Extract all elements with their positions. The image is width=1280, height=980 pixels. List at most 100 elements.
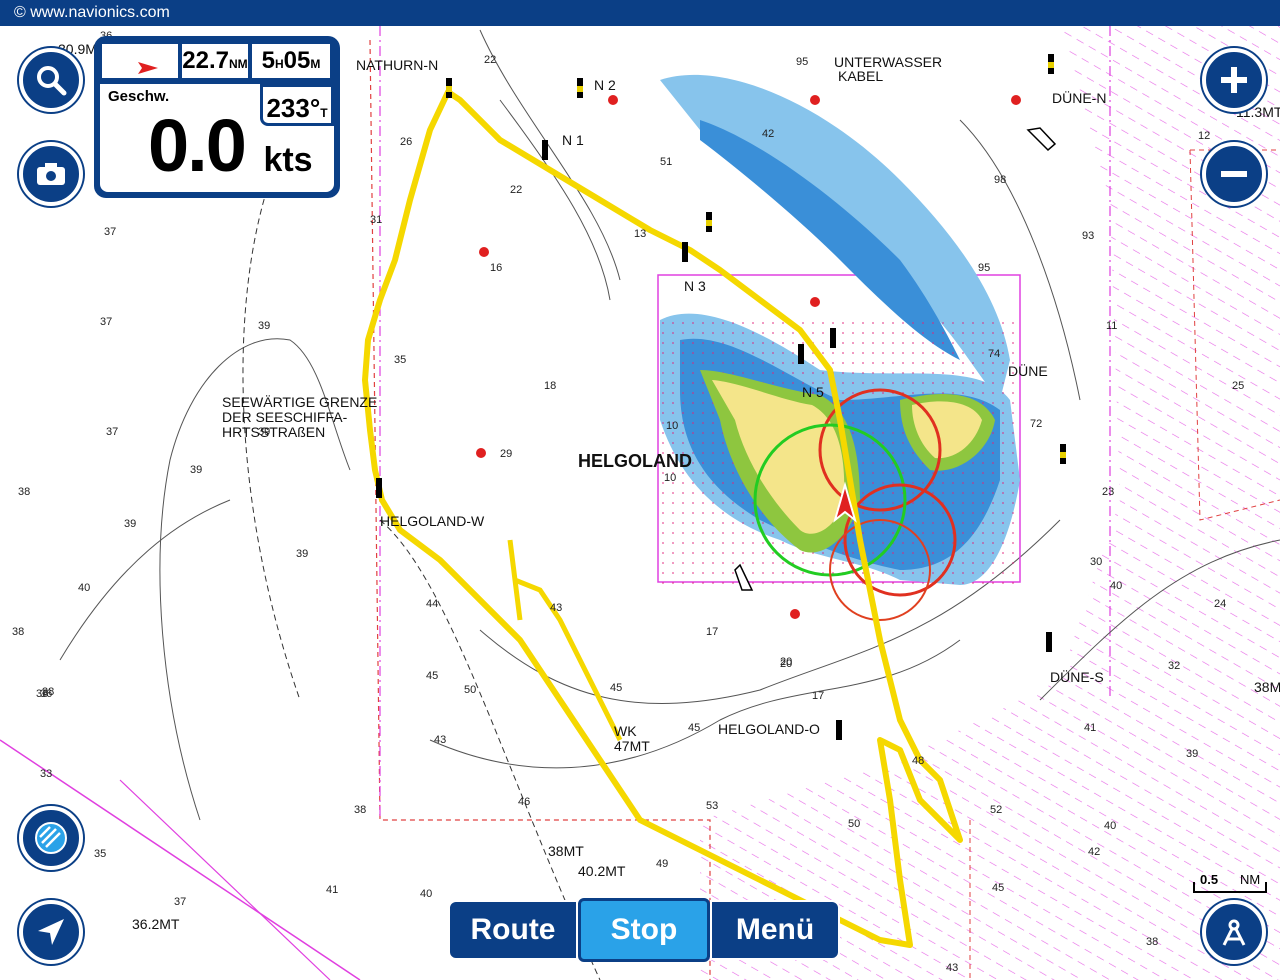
- depth-sounding: 41: [1084, 722, 1097, 734]
- course-value: 233°: [266, 93, 321, 123]
- depth-sounding: 10: [666, 420, 679, 432]
- menu-button[interactable]: Menü: [710, 900, 840, 960]
- eta-hours: 5: [261, 47, 275, 74]
- depth-sounding: 74: [988, 348, 1001, 360]
- depth-sounding: 35: [394, 354, 407, 366]
- course-unit: T: [320, 106, 328, 120]
- depth-sounding: 37: [106, 426, 119, 438]
- compass-icon: [1222, 919, 1246, 946]
- depth-sounding: 48: [912, 755, 925, 767]
- label-dune-n: DÜNE-N: [1052, 90, 1107, 106]
- depth-sounding: 53: [706, 800, 719, 812]
- label-helgoland-w: HELGOLAND-W: [380, 513, 485, 529]
- depth-sounding: 95: [796, 56, 809, 68]
- top-bar: © www.navionics.com: [0, 0, 1280, 26]
- depth-sounding: 45: [610, 682, 623, 694]
- depth-sounding: 25: [1232, 380, 1245, 392]
- depth-sounding: 22: [484, 54, 497, 66]
- depth-sounding: 38: [1146, 936, 1159, 948]
- depth-sounding: 49: [656, 858, 669, 870]
- navigation-panel[interactable]: 22.7NM 5H05M Geschw. 0.0 kts 233°T: [94, 36, 340, 198]
- route-icon: [119, 49, 158, 74]
- camera-icon: [37, 163, 65, 185]
- depth-sounding: 10: [664, 472, 677, 484]
- depth-sounding: 13: [634, 228, 647, 240]
- zoom-in-icon: [1221, 67, 1247, 93]
- depth-sounding: 40: [1104, 820, 1117, 832]
- depth-sounding: 51: [660, 156, 673, 168]
- layers-button[interactable]: [19, 806, 83, 870]
- eta-m-unit: M: [310, 57, 321, 71]
- label-seewartige-1: SEEWÄRTIGE GRENZE: [222, 394, 378, 410]
- depth-sounding: 20: [780, 658, 793, 670]
- layers-icon: [35, 822, 67, 854]
- depth-sounding: 23: [1102, 486, 1115, 498]
- depth-sounding: 44: [426, 598, 439, 610]
- depth-sounding: 39: [296, 548, 309, 560]
- depth-sounding: 38: [12, 626, 25, 638]
- depth-sounding: 72: [1030, 418, 1043, 430]
- depth-sounding: 37: [174, 896, 187, 908]
- depth-sounding: 45: [688, 722, 701, 734]
- depth-sounding: 40: [78, 582, 91, 594]
- label-40-2mt: 40.2MT: [578, 863, 626, 879]
- depth-sounding: 40: [1110, 580, 1123, 592]
- label-seewartige-2: DER SEESCHIFFA-: [222, 409, 348, 425]
- depth-sounding: 12: [1198, 130, 1211, 142]
- depth-sounding: 16: [490, 262, 503, 274]
- depth-sounding: 98: [994, 174, 1007, 186]
- search-button[interactable]: [19, 48, 83, 112]
- depth-sounding: 31: [370, 214, 383, 226]
- label-n2: N 2: [594, 77, 616, 93]
- distance-value: 22.7: [182, 47, 230, 74]
- depth-sounding: 95: [978, 262, 991, 274]
- locate-button[interactable]: [19, 900, 83, 964]
- label-n5: N 5: [802, 384, 824, 400]
- eta-h-unit: H: [274, 57, 284, 71]
- depth-sounding: 17: [706, 626, 719, 638]
- depth-sounding: 52: [990, 804, 1003, 816]
- depth-sounding: 43: [550, 602, 563, 614]
- zoom-in-button[interactable]: [1202, 48, 1266, 112]
- speed-label: Geschw.: [108, 88, 170, 105]
- locate-icon: [38, 919, 64, 945]
- depth-sounding: 33: [40, 768, 53, 780]
- route-button[interactable]: Route: [448, 900, 578, 960]
- depth-sounding: 93: [1082, 230, 1095, 242]
- label-wk: WK: [614, 723, 637, 739]
- depth-sounding: 43: [946, 962, 959, 974]
- depth-sounding: 42: [1088, 846, 1101, 858]
- depth-sounding: 36: [40, 688, 53, 700]
- depth-sounding: 26: [400, 136, 413, 148]
- depth-sounding: 41: [326, 884, 339, 896]
- course-readout: 233°T: [260, 84, 334, 126]
- depth-sounding: 39: [258, 320, 271, 332]
- depth-sounding: 39: [190, 464, 203, 476]
- depth-sounding: 50: [464, 684, 477, 696]
- camera-button[interactable]: [19, 142, 83, 206]
- copyright-text: © www.navionics.com: [14, 4, 170, 21]
- stop-button[interactable]: Stop: [578, 898, 710, 962]
- label-helgoland: HELGOLAND: [578, 451, 692, 471]
- label-dune: DÜNE: [1008, 363, 1048, 379]
- depth-sounding: 38: [18, 486, 31, 498]
- label-nathurn: NATHURN-N: [356, 57, 439, 73]
- depth-sounding: 39: [1186, 748, 1199, 760]
- zoom-out-button[interactable]: [1202, 142, 1266, 206]
- depth-sounding: 39: [124, 518, 137, 530]
- scale-bar: 0.5 NM: [1192, 872, 1268, 894]
- label-38m: 38M: [1254, 679, 1280, 695]
- compass-button[interactable]: [1202, 900, 1266, 964]
- depth-sounding: 42: [762, 128, 775, 140]
- scale-value: 0.5: [1200, 872, 1219, 887]
- eta-minutes: 05: [283, 47, 311, 74]
- depth-sounding: 38: [354, 804, 367, 816]
- depth-sounding: 30: [1090, 556, 1103, 568]
- depth-sounding: 39: [258, 426, 271, 438]
- scale-unit: NM: [1240, 872, 1261, 887]
- depth-sounding: 22: [510, 184, 523, 196]
- zoom-out-icon: [1221, 171, 1247, 177]
- depth-sounding: 29: [500, 448, 513, 460]
- depth-sounding: 35: [94, 848, 107, 860]
- distance-unit: NM: [229, 57, 248, 71]
